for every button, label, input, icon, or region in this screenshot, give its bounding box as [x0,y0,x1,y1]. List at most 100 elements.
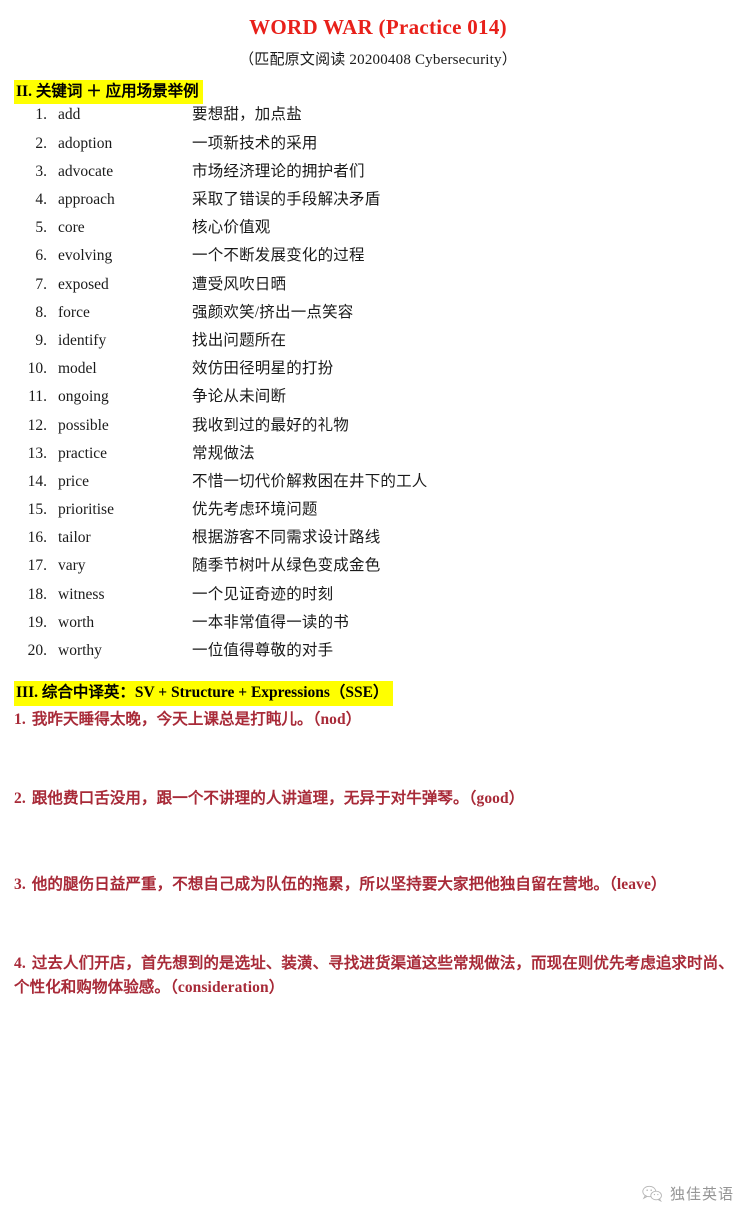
vocabulary-example: 根据游客不同需求设计路线 [192,529,381,547]
section-two-heading: II. 关键词 ＋ 应用场景举例 [0,80,756,105]
vocabulary-row: 18. witness 一个见证奇迹的时刻 [0,587,756,615]
vocabulary-word: worthy [58,642,102,660]
answer-blank-area[interactable] [0,731,756,787]
translation-sentence-text: 跟他费口舌没用，跟一个不讲理的人讲道理，无异于对牛弹琴。（good） [31,790,525,808]
answer-blank-area[interactable] [0,811,756,873]
vocabulary-word: ongoing [58,388,109,406]
translation-sentence: 3. 他的腿伤日益严重，不想自己成为队伍的拖累，所以坚持要大家把他独自留在营地。… [0,873,756,897]
document-page: WORD WAR (Practice 014) （匹配原文阅读 20200408… [0,0,756,1218]
page-title: WORD WAR (Practice 014) [249,15,507,39]
translation-sentence-number: 3. [14,875,26,893]
vocabulary-number: 3. [35,162,47,180]
section-three-heading: III. 综合中译英：SV + Structure + Expressions（… [0,681,756,706]
vocabulary-example: 强颜欢笑/挤出一点笑容 [192,303,354,321]
vocabulary-word: core [58,219,85,237]
vocabulary-row: 8. force 强颜欢笑/挤出一点笑容 [0,305,756,333]
vocabulary-word: worth [58,613,95,631]
vocabulary-example: 一个不断发展变化的过程 [192,247,365,265]
vocabulary-row: 14. price 不惜一切代价解救困在井下的工人 [0,474,756,502]
section-two-heading-text: II. 关键词 ＋ 应用场景举例 [14,80,203,105]
vocabulary-number: 17. [27,557,47,575]
vocabulary-number: 14. [27,472,47,490]
page-subtitle: （匹配原文阅读 20200408 Cybersecurity） [239,52,517,69]
vocabulary-number: 13. [27,444,47,462]
vocabulary-number: 19. [27,613,47,631]
vocabulary-number: 9. [35,331,47,349]
vocabulary-number: 12. [27,416,47,434]
vocabulary-word: exposed [58,275,109,293]
vocabulary-number: 11. [28,388,47,406]
vocabulary-row: 9. identify 找出问题所在 [0,333,756,361]
vocabulary-word: evolving [58,247,113,265]
vocabulary-row: 13. practice 常规做法 [0,446,756,474]
vocabulary-example: 随季节树叶从绿色变成金色 [192,557,381,575]
answer-blank-area[interactable] [0,896,756,952]
vocabulary-example: 我收到过的最好的礼物 [192,416,350,434]
vocabulary-row: 15. prioritise 优先考虑环境问题 [0,502,756,530]
vocabulary-word: practice [58,444,108,462]
translation-exercise-list: 1. 我昨天睡得太晚，今天上课总是打盹儿。（nod） 2. 跟他费口舌没用，跟一个… [0,708,756,1000]
vocabulary-number: 4. [35,191,47,209]
translation-sentence-text: 过去人们开店，首先想到的是选址、装潢、寻找进货渠道这些常规做法，而现在则优先考虑… [14,955,734,996]
vocabulary-example: 采取了错误的手段解决矛盾 [192,191,381,209]
vocabulary-row: 4. approach 采取了错误的手段解决矛盾 [0,192,756,220]
vocabulary-number: 2. [35,134,47,152]
vocabulary-example: 争论从未间断 [192,388,287,406]
vocabulary-example: 效仿田径明星的打扮 [192,360,334,378]
vocabulary-word: tailor [58,529,91,547]
vocabulary-row: 3. advocate 市场经济理论的拥护者们 [0,164,756,192]
vocabulary-word: vary [58,557,86,575]
vocabulary-number: 7. [35,275,47,293]
vocabulary-example: 一项新技术的采用 [192,134,318,152]
footer-watermark: 独佳英语 [642,1183,734,1204]
vocabulary-word: identify [58,331,107,349]
vocabulary-word: price [58,472,89,490]
vocabulary-example: 遭受风吹日晒 [192,275,287,293]
vocabulary-word: prioritise [58,501,114,519]
vocabulary-number: 6. [35,247,47,265]
vocabulary-number: 16. [27,529,47,547]
vocabulary-row: 1. add 要想甜，加点盐 [0,107,756,135]
vocabulary-list: 1. add 要想甜，加点盐 2. adoption 一项新技术的采用 3. advocate… [0,107,756,671]
wechat-icon [642,1185,662,1202]
vocabulary-example: 要想甜，加点盐 [192,106,302,124]
vocabulary-row: 10. model 效仿田径明星的打扮 [0,361,756,389]
vocabulary-example: 核心价值观 [192,219,271,237]
vocabulary-word: adoption [58,134,113,152]
vocabulary-word: witness [58,585,105,603]
translation-sentence-text: 他的腿伤日益严重，不想自己成为队伍的拖累，所以坚持要大家把他独自留在营地。（le… [31,875,667,893]
vocabulary-number: 5. [35,219,47,237]
vocabulary-word: force [58,303,90,321]
vocabulary-number: 1. [35,106,47,124]
vocabulary-word: approach [58,191,115,209]
translation-sentence-number: 2. [14,790,26,808]
vocabulary-example: 一本非常值得一读的书 [192,613,350,631]
vocabulary-number: 10. [27,360,47,378]
vocabulary-word: model [58,360,97,378]
vocabulary-word: possible [58,416,109,434]
translation-sentence: 4. 过去人们开店，首先想到的是选址、装潢、寻找进货渠道这些常规做法，而现在则优… [0,952,756,999]
vocabulary-example: 不惜一切代价解救困在井下的工人 [192,472,428,490]
vocabulary-example: 一个见证奇迹的时刻 [192,585,334,603]
vocabulary-row: 16. tailor 根据游客不同需求设计路线 [0,530,756,558]
vocabulary-word: add [58,106,81,124]
vocabulary-number: 15. [27,501,47,519]
translation-sentence-text: 我昨天睡得太晚，今天上课总是打盹儿。（nod） [31,710,362,728]
vocabulary-row: 12. possible 我收到过的最好的礼物 [0,418,756,446]
vocabulary-example: 一位值得尊敬的对手 [192,642,334,660]
vocabulary-row: 6. evolving 一个不断发展变化的过程 [0,248,756,276]
vocabulary-row: 2. adoption 一项新技术的采用 [0,136,756,164]
vocabulary-number: 20. [27,642,47,660]
section-three-heading-text: III. 综合中译英：SV + Structure + Expressions（… [14,681,393,706]
vocabulary-row: 11. ongoing 争论从未间断 [0,389,756,417]
vocabulary-row: 20. worthy 一位值得尊敬的对手 [0,643,756,671]
vocabulary-number: 8. [35,303,47,321]
footer-brand-label: 独佳英语 [669,1185,734,1203]
vocabulary-example: 优先考虑环境问题 [192,501,318,519]
vocabulary-row: 19. worth 一本非常值得一读的书 [0,615,756,643]
vocabulary-example: 常规做法 [192,444,255,462]
vocabulary-row: 5. core 核心价值观 [0,220,756,248]
vocabulary-word: advocate [58,162,114,180]
translation-sentence-number: 1. [14,710,26,728]
translation-sentence: 2. 跟他费口舌没用，跟一个不讲理的人讲道理，无异于对牛弹琴。（good） [0,787,756,811]
